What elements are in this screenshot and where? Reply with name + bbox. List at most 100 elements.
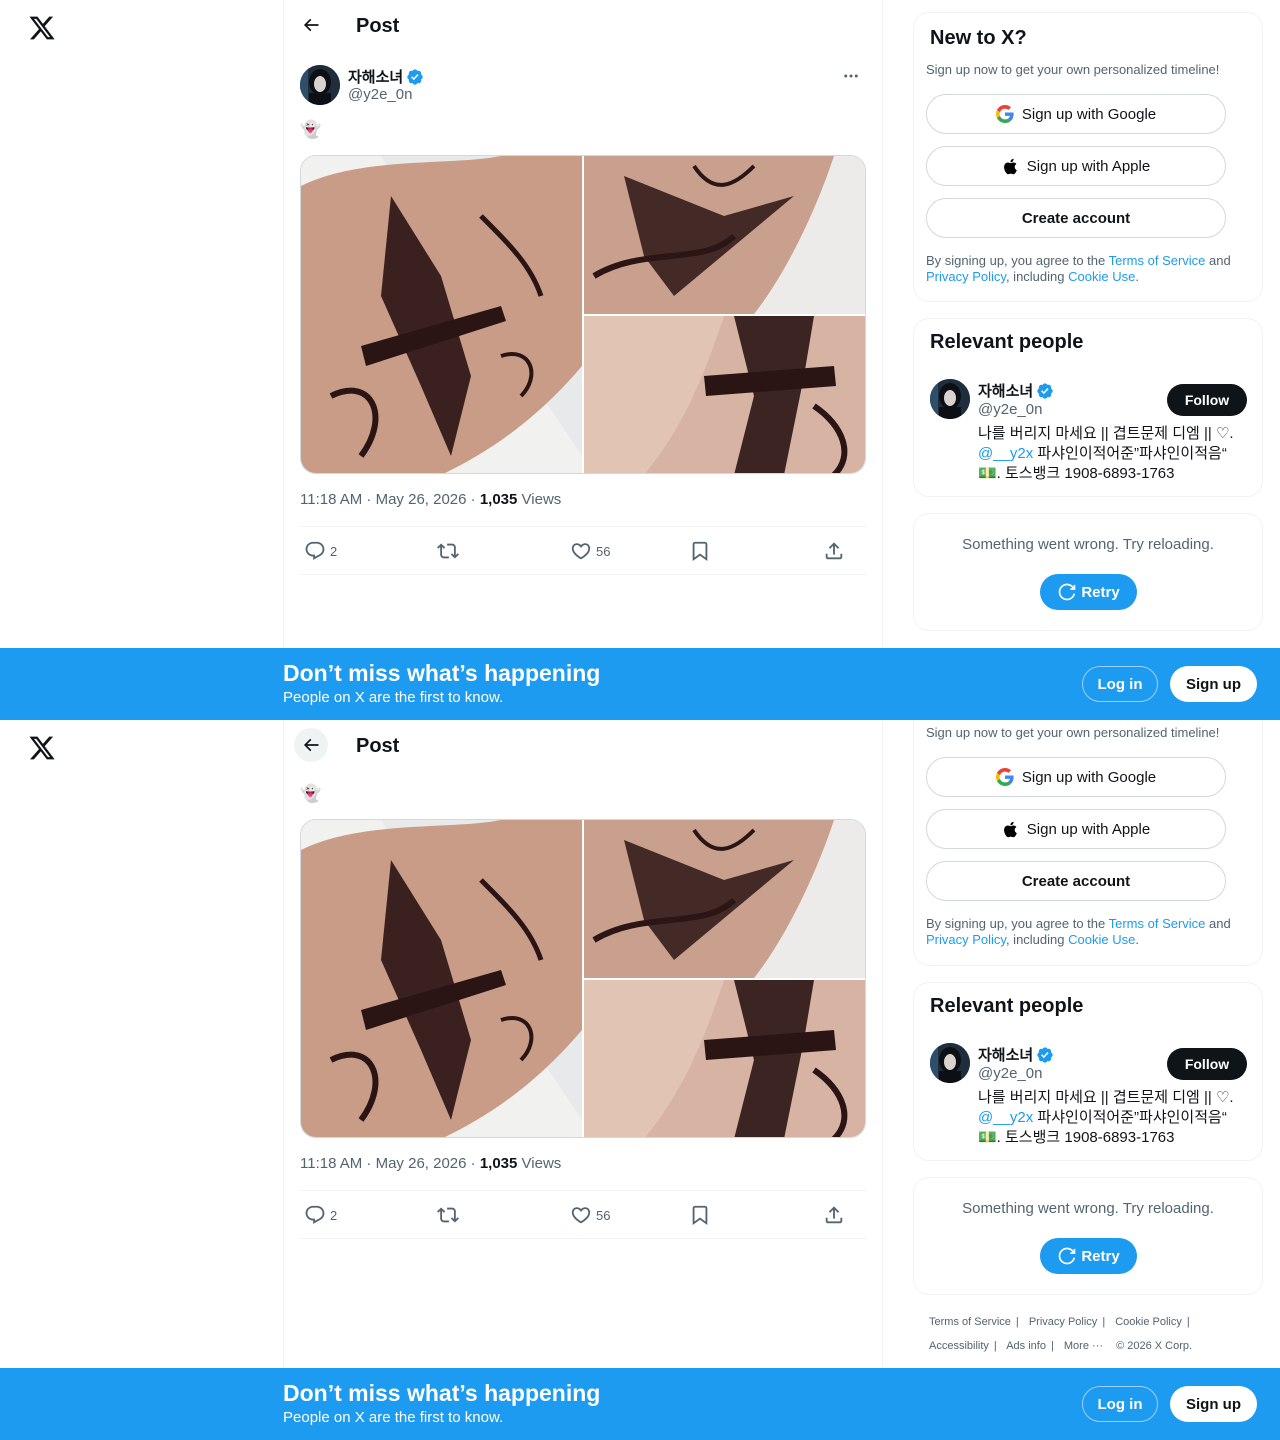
terms-link[interactable]: Terms of Service: [1109, 253, 1206, 268]
like-button[interactable]: 56: [570, 540, 610, 562]
right-sidebar: New to X? Sign up now to get your own pe…: [913, 0, 1263, 720]
post-actions: 2 56: [300, 1190, 866, 1239]
post-timestamp[interactable]: 11:18 AM · May 26, 2026 ·: [300, 1155, 480, 1172]
signup-card-title: New to X?: [930, 27, 1027, 49]
footer-ads-info-link[interactable]: Ads info: [1006, 1340, 1046, 1352]
repost-button[interactable]: [437, 1204, 459, 1226]
reply-button[interactable]: 2: [304, 540, 337, 562]
footer-more-link[interactable]: More ···: [1064, 1340, 1103, 1352]
login-banner: Don’t miss what’s happening People on X …: [0, 1368, 1280, 1440]
post-meta: 11:18 AM · May 26, 2026 · 1,035 Views: [300, 1155, 561, 1172]
create-account-button[interactable]: Create account: [926, 198, 1226, 238]
apple-signup-button[interactable]: Sign up with Apple: [926, 146, 1226, 186]
relevant-people-title: Relevant people: [930, 995, 1084, 1017]
apple-signup-button[interactable]: Sign up with Apple: [926, 809, 1226, 849]
verified-badge-icon: [407, 68, 423, 85]
relevant-person-handle[interactable]: @y2e_0n: [978, 401, 1042, 418]
privacy-link[interactable]: Privacy Policy: [926, 932, 1006, 947]
tattoo-leg-photo-2[interactable]: [584, 316, 865, 473]
retry-button[interactable]: Retry: [1040, 574, 1137, 610]
main-column: Post 자해소녀 @y2e_0n 👻 11:18 AM · May 26, 2…: [283, 0, 883, 720]
post-text: 👻: [300, 784, 322, 803]
views-label: Views: [517, 491, 562, 508]
terms-link[interactable]: Terms of Service: [1109, 916, 1206, 931]
login-banner: Don’t miss what’s happening People on X …: [0, 648, 1280, 720]
reply-button[interactable]: 2: [304, 1204, 337, 1226]
reply-icon: [305, 541, 325, 560]
banner-subtitle: People on X are the first to know.: [283, 689, 504, 706]
post-author: 자해소녀 @y2e_0n: [300, 64, 866, 108]
signup-button[interactable]: Sign up: [1170, 1386, 1257, 1422]
relevant-people-card: Relevant people 자해소녀 @y2e_0n Follow 나를 버…: [913, 318, 1263, 497]
tattoo-thigh-photo[interactable]: [301, 820, 582, 1137]
viewport-frame-1: Post 자해소녀 @y2e_0n 👻 11:18 AM · May 26, 2…: [0, 0, 1280, 720]
avatar[interactable]: [930, 379, 970, 419]
author-name[interactable]: 자해소녀: [348, 66, 424, 87]
views-count: 1,035: [479, 1155, 518, 1172]
bookmark-button[interactable]: [689, 540, 711, 562]
post-text: 👻: [300, 120, 322, 139]
banner-subtitle: People on X are the first to know.: [283, 1409, 504, 1426]
relevant-person-bio: 나를 버리지 마세요 || 겹트문제 디엠 || ♡. @__y2x 파샤인이적…: [978, 425, 1234, 482]
post-media-grid: [300, 155, 866, 474]
page-title: Post: [356, 15, 400, 37]
repost-button[interactable]: [437, 540, 459, 562]
footer-accessibility-link[interactable]: Accessibility: [929, 1340, 989, 1352]
share-button[interactable]: [823, 1204, 845, 1226]
follow-button[interactable]: Follow: [1167, 384, 1247, 416]
google-signup-button[interactable]: Sign up with Google: [926, 757, 1226, 797]
tattoo-leg-photo-1[interactable]: [584, 156, 865, 314]
bio-mention-link[interactable]: @__y2x: [978, 1109, 1033, 1126]
back-button[interactable]: [294, 8, 328, 42]
back-button[interactable]: [294, 728, 328, 762]
views-label: Views: [517, 1155, 562, 1172]
login-button[interactable]: Log in: [1082, 666, 1158, 702]
banner-title: Don’t miss what’s happening: [283, 1380, 601, 1406]
signup-card: New to X? Sign up now to get your own pe…: [913, 12, 1263, 302]
refresh-icon: [1058, 1247, 1076, 1265]
share-button[interactable]: [823, 540, 845, 562]
signup-button[interactable]: Sign up: [1170, 666, 1257, 702]
post-actions: 2 56: [300, 526, 866, 575]
relevant-person-name[interactable]: 자해소녀: [978, 1044, 1054, 1065]
google-icon: [995, 768, 1014, 786]
post-timestamp[interactable]: 11:18 AM · May 26, 2026 ·: [300, 491, 480, 508]
footer-terms-link[interactable]: Terms of Service: [929, 1316, 1011, 1328]
create-account-button[interactable]: Create account: [926, 861, 1226, 901]
cookie-link[interactable]: Cookie Use: [1068, 269, 1135, 284]
verified-badge-icon: [1037, 382, 1053, 399]
post-header: Post: [284, 720, 882, 773]
author-handle[interactable]: @y2e_0n: [348, 86, 412, 103]
x-logo-icon[interactable]: [28, 734, 56, 762]
error-message: Something went wrong. Try reloading.: [962, 1200, 1214, 1217]
relevant-person-name[interactable]: 자해소녀: [978, 380, 1054, 401]
footer-cookie-link[interactable]: Cookie Policy: [1115, 1316, 1182, 1328]
tattoo-thigh-photo[interactable]: [301, 156, 582, 473]
relevant-person-handle[interactable]: @y2e_0n: [978, 1065, 1042, 1082]
refresh-icon: [1058, 583, 1076, 601]
repost-icon: [437, 1207, 459, 1223]
footer-privacy-link[interactable]: Privacy Policy: [1029, 1316, 1097, 1328]
footer-links: Terms of Service | Privacy Policy | Cookie…: [929, 1316, 1193, 1352]
tattoo-leg-photo-2[interactable]: [584, 980, 865, 1137]
signup-legal-text: By signing up, you agree to the Terms of…: [926, 253, 1231, 284]
more-options-button[interactable]: [836, 66, 866, 86]
signup-card: Sign up now to get your own personalized…: [913, 720, 1263, 966]
retry-button[interactable]: Retry: [1040, 1238, 1137, 1274]
google-signup-button[interactable]: Sign up with Google: [926, 94, 1226, 134]
banner-title: Don’t miss what’s happening: [283, 660, 601, 686]
avatar[interactable]: [930, 1043, 970, 1083]
tattoo-leg-photo-1[interactable]: [584, 820, 865, 978]
x-logo-icon[interactable]: [28, 14, 56, 42]
cookie-link[interactable]: Cookie Use: [1068, 932, 1135, 947]
apple-icon: [1003, 158, 1017, 174]
bio-mention-link[interactable]: @__y2x: [978, 445, 1033, 462]
follow-button[interactable]: Follow: [1167, 1048, 1247, 1080]
avatar[interactable]: [300, 65, 340, 105]
privacy-link[interactable]: Privacy Policy: [926, 269, 1006, 284]
right-sidebar: Sign up now to get your own personalized…: [913, 720, 1263, 1440]
post-meta: 11:18 AM · May 26, 2026 · 1,035 Views: [300, 491, 561, 508]
bookmark-button[interactable]: [689, 1204, 711, 1226]
like-button[interactable]: 56: [570, 1204, 610, 1226]
login-button[interactable]: Log in: [1082, 1386, 1158, 1422]
